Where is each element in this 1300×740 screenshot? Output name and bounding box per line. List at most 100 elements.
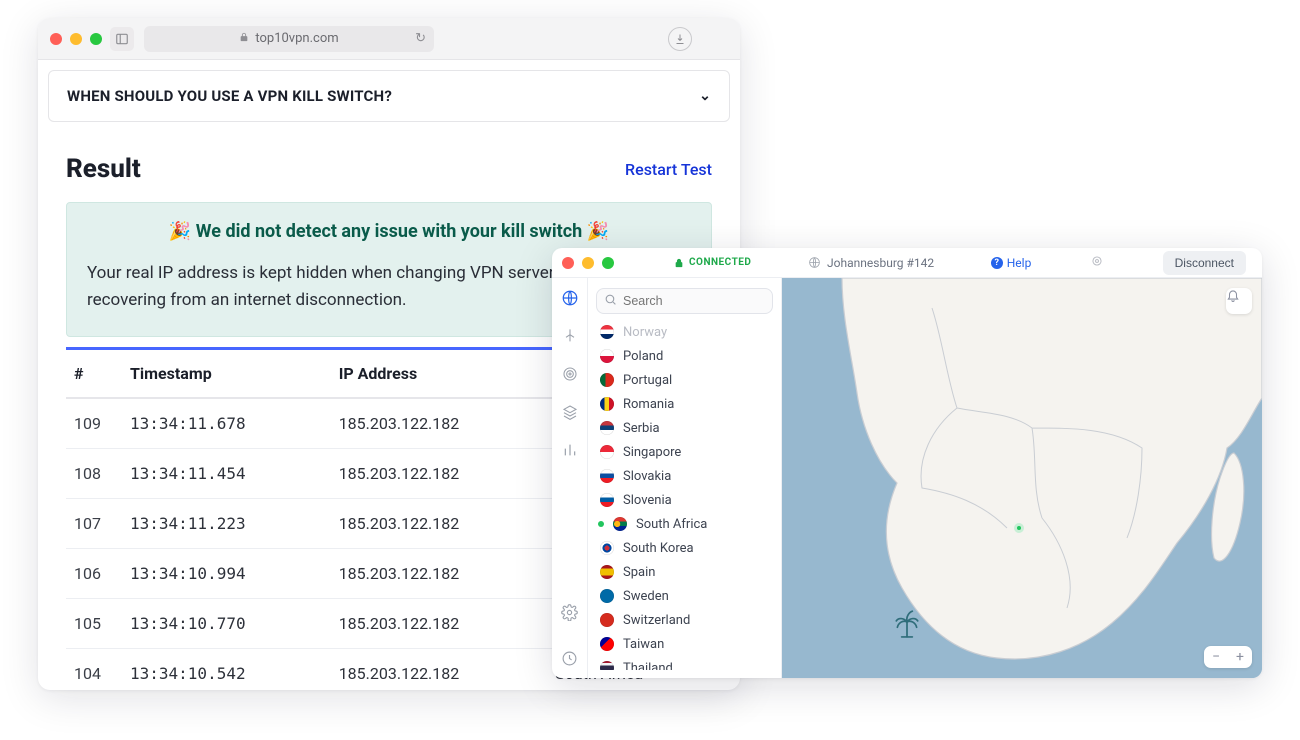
target-tab-icon[interactable] (560, 364, 580, 384)
col-number: # (66, 350, 122, 398)
country-item[interactable]: South Korea (596, 536, 773, 560)
cell-timestamp: 13:34:10.542 (122, 649, 331, 690)
cell-number: 107 (66, 499, 122, 549)
notifications-button[interactable] (1226, 288, 1252, 314)
downloads-button[interactable] (668, 27, 692, 51)
cell-number: 108 (66, 449, 122, 499)
vpn-app-window: CONNECTED Johannesburg #142 ? Help Disco… (552, 248, 1262, 678)
flag-icon (600, 661, 614, 670)
country-item[interactable]: Spain (596, 560, 773, 584)
country-label: Poland (623, 349, 663, 364)
vpn-titlebar: CONNECTED Johannesburg #142 ? Help Disco… (552, 248, 1262, 278)
country-label: South Korea (623, 541, 694, 556)
layers-tab-icon[interactable] (560, 402, 580, 422)
country-label: Portugal (623, 373, 672, 388)
country-label: Singapore (623, 445, 681, 460)
country-item[interactable]: Taiwan (596, 632, 773, 656)
country-label: South Africa (636, 517, 707, 532)
vpn-minimize-button[interactable] (582, 257, 594, 269)
country-item[interactable]: Slovakia (596, 464, 773, 488)
active-pin-icon (598, 521, 604, 527)
help-link[interactable]: ? Help (991, 256, 1032, 270)
minimize-window-button[interactable] (70, 33, 82, 45)
country-item[interactable]: Slovenia (596, 488, 773, 512)
country-item[interactable]: Switzerland (596, 608, 773, 632)
country-label: Romania (623, 397, 674, 412)
vpn-maximize-button[interactable] (602, 257, 614, 269)
cell-timestamp: 13:34:11.223 (122, 499, 331, 549)
flag-icon (600, 469, 614, 483)
flag-icon (600, 541, 614, 555)
globe-tab-icon[interactable] (560, 288, 580, 308)
country-item[interactable]: Serbia (596, 416, 773, 440)
cell-ip: 185.203.122.182 (331, 599, 548, 649)
cell-number: 106 (66, 549, 122, 599)
country-label: Switzerland (623, 613, 690, 628)
country-item[interactable]: Singapore (596, 440, 773, 464)
flag-icon (600, 421, 614, 435)
zoom-out-button[interactable]: − (1212, 649, 1220, 665)
country-label: Taiwan (623, 637, 664, 652)
country-label: Slovenia (623, 493, 672, 508)
zoom-controls: − + (1204, 646, 1252, 668)
map-panel[interactable]: − + (782, 278, 1262, 678)
flag-icon (600, 325, 614, 339)
reload-button[interactable]: ↻ (415, 31, 426, 46)
disconnect-button[interactable]: Disconnect (1163, 251, 1246, 275)
result-heading: Result (66, 154, 141, 184)
restart-test-link[interactable]: Restart Test (625, 160, 712, 179)
browser-toolbar: top10vpn.com ↻ (38, 18, 740, 60)
search-input[interactable] (596, 288, 773, 314)
sidebar-toggle-button[interactable] (110, 27, 134, 51)
cell-timestamp: 13:34:11.454 (122, 449, 331, 499)
chevron-down-icon: ⌄ (699, 88, 711, 104)
lock-icon (239, 32, 249, 45)
cell-number: 109 (66, 398, 122, 449)
cell-ip: 185.203.122.182 (331, 398, 548, 449)
col-timestamp: Timestamp (122, 350, 331, 398)
cell-ip: 185.203.122.182 (331, 449, 548, 499)
settings-icon[interactable] (1088, 254, 1106, 272)
country-item[interactable]: Romania (596, 392, 773, 416)
search-icon (604, 293, 617, 310)
stats-tab-icon[interactable] (560, 440, 580, 460)
col-ip: IP Address (331, 350, 548, 398)
address-bar[interactable]: top10vpn.com ↻ (144, 26, 434, 52)
country-label: Slovakia (623, 469, 671, 484)
country-list[interactable]: Norway Poland Portugal Romania Serbia Singapo… (596, 320, 773, 670)
cell-ip: 185.203.122.182 (331, 499, 548, 549)
country-label: Sweden (623, 589, 669, 604)
zoom-in-button[interactable]: + (1236, 649, 1244, 665)
flag-icon (600, 349, 614, 363)
close-window-button[interactable] (50, 33, 62, 45)
vpn-close-button[interactable] (562, 257, 574, 269)
africa-map (782, 278, 1262, 678)
window-controls (50, 33, 102, 45)
history-icon[interactable] (560, 648, 580, 668)
country-item[interactable]: Poland (596, 344, 773, 368)
flag-icon (600, 373, 614, 387)
cell-timestamp: 13:34:11.678 (122, 398, 331, 449)
country-item[interactable]: Norway (596, 320, 773, 344)
accordion-kill-switch[interactable]: WHEN SHOULD YOU USE A VPN KILL SWITCH? ⌄ (48, 70, 730, 122)
search-box (596, 288, 773, 314)
country-item[interactable]: Thailand (596, 656, 773, 670)
country-label: Serbia (623, 421, 660, 436)
flag-icon (600, 493, 614, 507)
accordion-title: WHEN SHOULD YOU USE A VPN KILL SWITCH? (67, 87, 392, 105)
country-item[interactable]: South Africa (596, 512, 773, 536)
flag-icon (600, 445, 614, 459)
country-item[interactable]: Portugal (596, 368, 773, 392)
meshnet-tab-icon[interactable] (560, 326, 580, 346)
cell-number: 105 (66, 599, 122, 649)
maximize-window-button[interactable] (90, 33, 102, 45)
country-label: Thailand (623, 661, 673, 671)
result-headline: 🎉 We did not detect any issue with your … (87, 221, 691, 242)
cell-timestamp: 13:34:10.994 (122, 549, 331, 599)
vpn-sidebar: Norway Poland Portugal Romania Serbia Singapo… (588, 278, 782, 678)
cell-timestamp: 13:34:10.770 (122, 599, 331, 649)
gear-icon[interactable] (560, 602, 580, 622)
cell-number: 104 (66, 649, 122, 690)
country-item[interactable]: Sweden (596, 584, 773, 608)
flag-icon (600, 589, 614, 603)
